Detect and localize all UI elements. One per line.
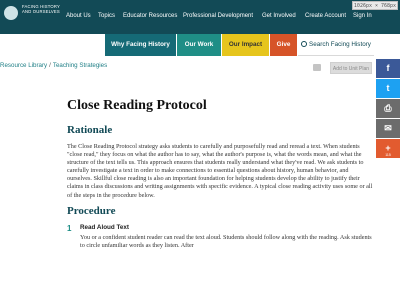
nav-our-impact[interactable]: Our Impact xyxy=(222,34,269,56)
nav-sign-in[interactable]: Sign In xyxy=(353,13,372,19)
site-header: FACING HISTORY AND OURSELVES About Us To… xyxy=(0,0,400,34)
search-icon xyxy=(301,41,308,47)
more-share-button[interactable]: + 115 xyxy=(376,139,400,158)
breadcrumb-resource-library[interactable]: Resource Library xyxy=(0,62,47,69)
nav-why-facing-history[interactable]: Why Facing History xyxy=(105,34,176,56)
share-count: 115 xyxy=(385,153,391,157)
viewport-size-label: 1026px × 768px xyxy=(352,1,398,10)
nav-get-involved[interactable]: Get Involved xyxy=(262,13,296,19)
nav-create-account[interactable]: Create Account xyxy=(305,13,346,19)
print-share-button[interactable]: ⎙ xyxy=(376,99,400,118)
nav-about-us[interactable]: About Us xyxy=(66,13,91,19)
add-to-unit-plan-button[interactable]: Add to Unit Plan xyxy=(330,62,372,74)
breadcrumb: Resource Library / Teaching Strategies xyxy=(0,62,107,69)
nav-give[interactable]: Give xyxy=(270,34,297,56)
facebook-share-button[interactable]: f xyxy=(376,59,400,78)
logo-text[interactable]: FACING HISTORY AND OURSELVES xyxy=(22,4,62,14)
procedure-heading: Procedure xyxy=(67,204,116,217)
rationale-paragraph: The Close Reading Protocol strategy asks… xyxy=(67,143,373,199)
step-text: You or a confident student reader can re… xyxy=(80,233,372,249)
rationale-heading: Rationale xyxy=(67,124,113,136)
plus-icon: + xyxy=(385,143,391,153)
printer-icon[interactable] xyxy=(313,64,321,71)
main-content: Close Reading Protocol Rationale The Clo… xyxy=(67,98,374,250)
email-share-button[interactable]: ✉ xyxy=(376,119,400,138)
nav-topics[interactable]: Topics xyxy=(98,13,115,19)
breadcrumb-separator: / xyxy=(49,62,51,69)
logo-icon[interactable] xyxy=(4,6,18,20)
page-title: Close Reading Protocol xyxy=(67,98,207,113)
step-number: 1 xyxy=(67,223,72,233)
search-label: Search Facing History xyxy=(309,41,371,48)
step-title: Read Aloud Text xyxy=(80,223,129,231)
breadcrumb-teaching-strategies[interactable]: Teaching Strategies xyxy=(53,62,107,69)
nav-professional-development[interactable]: Professional Development xyxy=(183,13,253,19)
twitter-share-button[interactable]: t xyxy=(376,79,400,98)
procedure-step: 1 Read Aloud Text You or a confident stu… xyxy=(67,224,374,250)
search-button[interactable]: Search Facing History xyxy=(298,34,374,56)
nav-our-work[interactable]: Our Work xyxy=(177,34,221,56)
nav-educator-resources[interactable]: Educator Resources xyxy=(123,13,177,19)
